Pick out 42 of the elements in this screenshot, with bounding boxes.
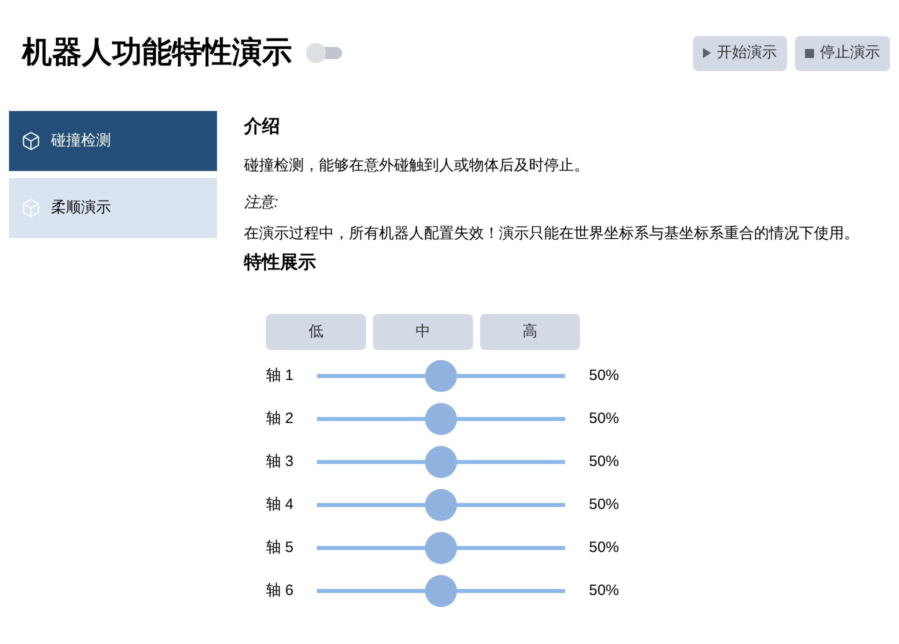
- axis-label: 轴 3: [266, 452, 295, 472]
- slider-track[interactable]: [317, 360, 565, 392]
- sidebar-item[interactable]: 碰撞检测: [9, 111, 217, 171]
- slider-thumb[interactable]: [425, 446, 457, 478]
- slider-track[interactable]: [317, 575, 565, 607]
- section-heading: 介绍: [244, 115, 281, 138]
- cube-icon: [21, 131, 41, 151]
- stop-icon: [805, 48, 814, 58]
- slider-track[interactable]: [317, 532, 565, 564]
- axis-reading: 50%: [589, 408, 620, 429]
- preset-button[interactable]: 低: [266, 314, 366, 350]
- start-button[interactable]: 开始演示: [693, 36, 787, 70]
- description-text: 碰撞检测，能够在意外碰触到人或物体后及时停止。: [244, 156, 590, 176]
- slider-track[interactable]: [317, 446, 565, 478]
- axis-reading: 50%: [589, 580, 620, 601]
- note-label: 注意:: [244, 193, 280, 213]
- axis-label: 轴 5: [266, 538, 295, 558]
- note-text: 在演示过程中，所有机器人配置失效！演示只能在世界坐标系与基坐标系重合的情况下使用。: [244, 224, 859, 244]
- slider-thumb[interactable]: [425, 532, 457, 564]
- stop-button[interactable]: 停止演示: [795, 36, 890, 70]
- axis-reading: 50%: [589, 494, 620, 515]
- toggle-switch[interactable]: [306, 43, 342, 63]
- preset-button[interactable]: 中: [373, 314, 473, 350]
- slider-thumb[interactable]: [425, 360, 457, 392]
- axis-label: 轴 1: [266, 366, 295, 386]
- page-title: 机器人功能特性演示: [22, 35, 292, 71]
- slider-track[interactable]: [317, 403, 565, 435]
- axis-label: 轴 2: [266, 408, 295, 429]
- axis-reading: 50%: [589, 538, 620, 558]
- slider-track[interactable]: [317, 489, 565, 521]
- axis-label: 轴 6: [266, 580, 295, 601]
- slider-thumb[interactable]: [425, 403, 457, 435]
- preset-button[interactable]: 高: [480, 314, 580, 350]
- cube-icon: [21, 198, 41, 218]
- slider-thumb[interactable]: [425, 489, 457, 521]
- axis-reading: 50%: [589, 452, 620, 472]
- section-heading: 特性展示: [244, 251, 317, 274]
- sidebar-item[interactable]: 柔顺演示: [9, 178, 217, 238]
- axis-reading: 50%: [589, 366, 620, 386]
- play-icon: [703, 48, 711, 58]
- axis-label: 轴 4: [266, 494, 295, 515]
- slider-thumb[interactable]: [425, 575, 457, 607]
